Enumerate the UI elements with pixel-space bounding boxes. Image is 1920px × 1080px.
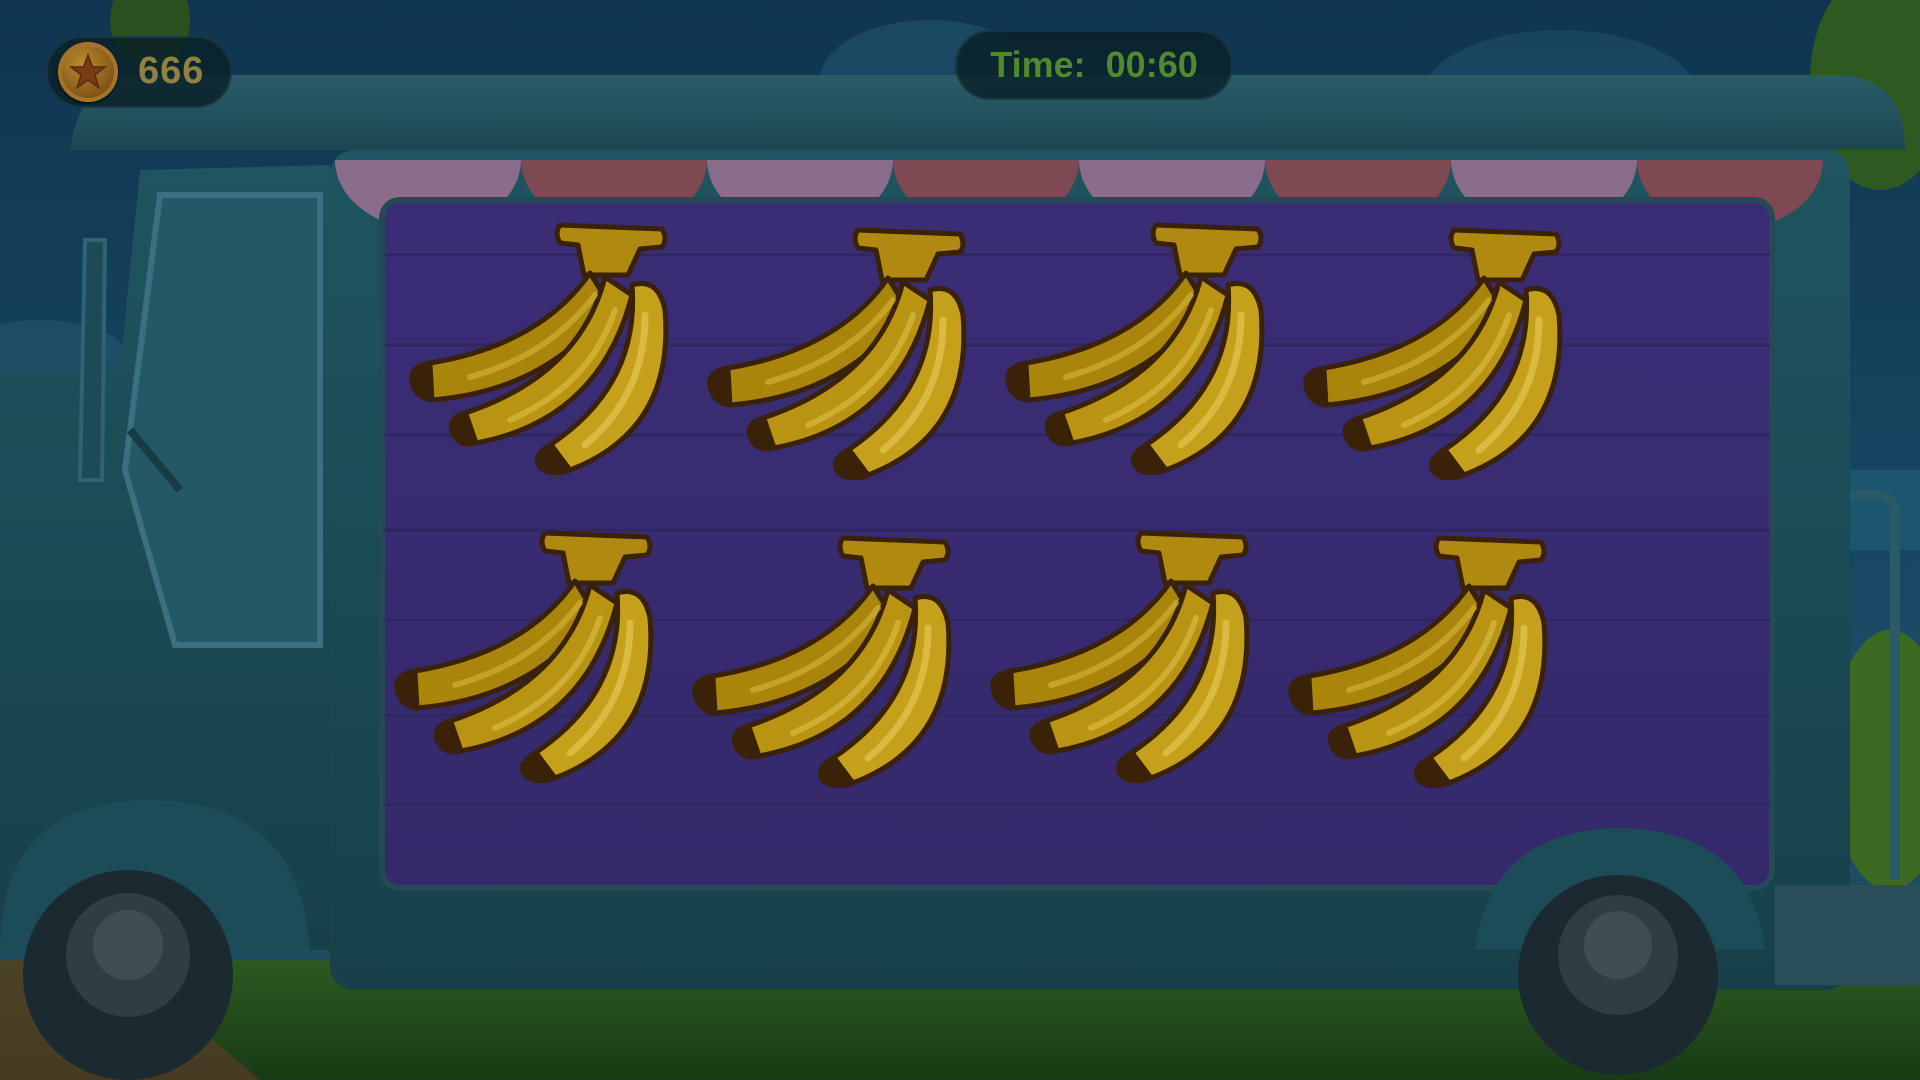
card-banana-bunch-3[interactable]	[996, 215, 1266, 475]
coin-count: 666	[138, 50, 205, 92]
card-banana-bunch-8[interactable]	[1279, 528, 1549, 788]
timer-value: 00:60	[1105, 44, 1198, 85]
card-board	[385, 205, 1775, 885]
coin-counter: 666	[46, 36, 232, 108]
card-banana-bunch-6[interactable]	[683, 528, 953, 788]
card-banana-bunch-2[interactable]	[698, 220, 968, 480]
timer: Time: 00:60	[955, 30, 1233, 100]
card-banana-bunch-5[interactable]	[385, 523, 655, 783]
card-banana-bunch-4[interactable]	[1294, 220, 1564, 480]
timer-label: Time:	[990, 44, 1086, 85]
card-banana-bunch-7[interactable]	[981, 523, 1251, 783]
card-banana-bunch-1[interactable]	[400, 215, 670, 475]
star-coin-icon	[58, 42, 118, 102]
game-stage: 666 Time: 00:60	[0, 0, 1920, 1080]
